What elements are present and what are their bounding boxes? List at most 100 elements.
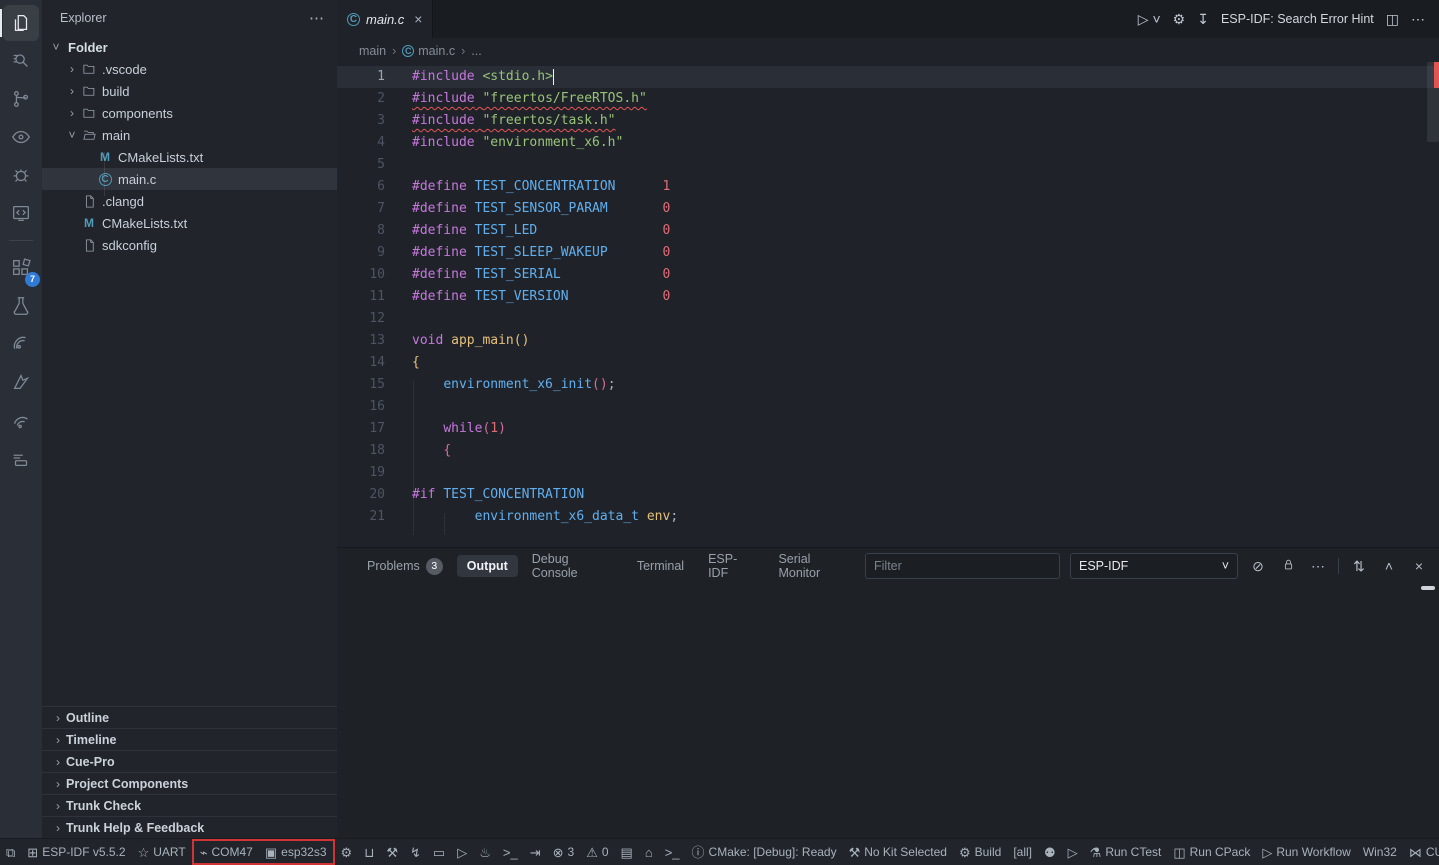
- maximize-panel-icon[interactable]: ˄: [1379, 558, 1399, 574]
- close-panel-icon[interactable]: ×: [1409, 558, 1429, 574]
- status-com-port[interactable]: ⌁COM47: [194, 841, 259, 863]
- code-line-1[interactable]: 1#include <stdio.h>: [337, 66, 1439, 88]
- tab-close-icon[interactable]: ×: [414, 11, 422, 27]
- code-line-14[interactable]: 14{: [337, 352, 1439, 374]
- code-line-9[interactable]: 9#define TEST_SLEEP_WAKEUP 0: [337, 242, 1439, 264]
- search-icon[interactable]: [3, 43, 39, 79]
- status-errors[interactable]: ⊗3: [547, 839, 581, 865]
- extensions-icon[interactable]: 7: [3, 250, 39, 286]
- source-control-icon[interactable]: [3, 81, 39, 117]
- tree-item--vscode[interactable]: ›.vscode: [42, 58, 337, 80]
- code-line-16[interactable]: 16: [337, 396, 1439, 418]
- code-line-20[interactable]: 20#if TEST_CONCENTRATION: [337, 484, 1439, 506]
- code-line-12[interactable]: 12: [337, 308, 1439, 330]
- tab-main-c[interactable]: C main.c ×: [337, 0, 433, 38]
- panel-scrollbar[interactable]: [1421, 586, 1435, 590]
- clear-output-icon[interactable]: ⊘: [1248, 558, 1268, 575]
- panel-tab-esp-idf[interactable]: ESP-IDF: [698, 548, 764, 584]
- section-timeline[interactable]: ›Timeline: [42, 728, 337, 750]
- status-cue[interactable]: ⋈CUE: [1403, 839, 1439, 865]
- section-cue-pro[interactable]: ›Cue-Pro: [42, 750, 337, 772]
- download-icon[interactable]: ↧: [1197, 11, 1209, 28]
- tree-item--clangd[interactable]: .clangd: [42, 190, 337, 212]
- panel-tab-terminal[interactable]: Terminal: [627, 555, 694, 577]
- status-run-workflow[interactable]: ▷Run Workflow: [1256, 839, 1356, 865]
- code-line-5[interactable]: 5: [337, 154, 1439, 176]
- tree-item-cmakelists-txt[interactable]: MCMakeLists.txt: [42, 212, 337, 234]
- tree-item-sdkconfig[interactable]: sdkconfig: [42, 234, 337, 256]
- code-preview-icon[interactable]: [3, 195, 39, 231]
- tree-item-main[interactable]: ˅main: [42, 124, 337, 146]
- section-outline[interactable]: ›Outline: [42, 706, 337, 728]
- output-content[interactable]: [337, 584, 1439, 838]
- code-editor[interactable]: 1#include <stdio.h>2#include "freertos/F…: [337, 66, 1439, 547]
- code-line-3[interactable]: 3#include "freertos/task.h": [337, 110, 1439, 132]
- run-icon[interactable]: ▷ ˅: [1138, 11, 1161, 28]
- tree-item-cmakelists-txt[interactable]: MCMakeLists.txt: [42, 146, 337, 168]
- wireless-icon[interactable]: [3, 402, 39, 438]
- status-uart[interactable]: ☆UART: [132, 839, 192, 865]
- wind-ide-icon[interactable]: [3, 440, 39, 476]
- status-open-folder[interactable]: ⧉: [0, 839, 21, 865]
- code-line-17[interactable]: 17 while(1): [337, 418, 1439, 440]
- explorer-icon[interactable]: [3, 5, 39, 41]
- code-line-18[interactable]: 18 {: [337, 440, 1439, 462]
- status-wrench[interactable]: ⚒: [380, 839, 404, 865]
- debug-icon[interactable]: [3, 157, 39, 193]
- breadcrumb-item[interactable]: Cmain.c: [402, 44, 455, 58]
- tree-item-build[interactable]: ›build: [42, 80, 337, 102]
- spark-icon[interactable]: [3, 364, 39, 400]
- status-debug-bug[interactable]: ⚉: [1038, 839, 1062, 865]
- status-device-board[interactable]: ▤: [615, 839, 639, 865]
- status-launch[interactable]: ▷: [1062, 839, 1084, 865]
- tree-item-folder[interactable]: ˅Folder: [42, 36, 337, 58]
- status-flash-bolt[interactable]: ↯: [404, 839, 427, 865]
- output-filter-input[interactable]: [865, 553, 1060, 579]
- more-actions-icon[interactable]: ⋯: [1308, 558, 1328, 575]
- tree-item-components[interactable]: ›components: [42, 102, 337, 124]
- output-channel-select[interactable]: ESP-IDF ˅: [1070, 553, 1238, 579]
- section-trunk-check[interactable]: ›Trunk Check: [42, 794, 337, 816]
- status-device-target[interactable]: ▣esp32s3: [259, 841, 333, 863]
- sidebar-more-icon[interactable]: ⋯: [309, 9, 325, 27]
- section-trunk-help-feedback[interactable]: ›Trunk Help & Feedback: [42, 816, 337, 838]
- breadcrumb-item[interactable]: ...: [471, 44, 481, 58]
- code-line-10[interactable]: 10#define TEST_SERIAL 0: [337, 264, 1439, 286]
- code-line-19[interactable]: 19: [337, 462, 1439, 484]
- layout-sliders-icon[interactable]: ⇅: [1349, 558, 1369, 575]
- more-actions-icon[interactable]: ⋯: [1411, 11, 1425, 28]
- status-arrow-box[interactable]: ⇥: [524, 839, 547, 865]
- panel-tab-output[interactable]: Output: [457, 555, 518, 577]
- status-run-cpack[interactable]: ◫Run CPack: [1167, 839, 1256, 865]
- status-settings-gear[interactable]: ⚙: [335, 839, 359, 865]
- tree-item-main-c[interactable]: Cmain.c: [42, 168, 337, 190]
- status-terminal2[interactable]: >_: [659, 839, 686, 865]
- status-build[interactable]: ⚙Build: [953, 839, 1007, 865]
- status-terminal[interactable]: >_: [497, 839, 524, 865]
- lock-scroll-icon[interactable]: [1278, 557, 1298, 575]
- search-error-hint[interactable]: ESP-IDF: Search Error Hint: [1221, 12, 1374, 26]
- eye-icon[interactable]: [3, 119, 39, 155]
- status-home[interactable]: ⌂: [639, 839, 659, 865]
- panel-tab-debug-console[interactable]: Debug Console: [522, 548, 623, 584]
- testing-icon[interactable]: [3, 288, 39, 324]
- status-cmake-status[interactable]: ⓘCMake: [Debug]: Ready: [686, 839, 843, 865]
- breadcrumb-item[interactable]: main: [359, 44, 386, 58]
- settings-gear-icon[interactable]: ⚙: [1173, 11, 1186, 28]
- code-line-7[interactable]: 7#define TEST_SENSOR_PARAM 0: [337, 198, 1439, 220]
- code-line-13[interactable]: 13void app_main(): [337, 330, 1439, 352]
- code-line-8[interactable]: 8#define TEST_LED 0: [337, 220, 1439, 242]
- status-build-target[interactable]: [all]: [1007, 839, 1038, 865]
- code-line-6[interactable]: 6#define TEST_CONCENTRATION 1: [337, 176, 1439, 198]
- status-flame[interactable]: ♨: [473, 839, 497, 865]
- status-platform[interactable]: Win32: [1357, 839, 1403, 865]
- section-project-components[interactable]: ›Project Components: [42, 772, 337, 794]
- panel-tab-problems[interactable]: Problems3: [357, 554, 453, 579]
- split-editor-icon[interactable]: ◫: [1386, 11, 1399, 28]
- panel-tab-serial-monitor[interactable]: Serial Monitor: [768, 548, 861, 584]
- status-warnings[interactable]: ⚠0: [580, 839, 614, 865]
- code-line-11[interactable]: 11#define TEST_VERSION 0: [337, 286, 1439, 308]
- code-line-4[interactable]: 4#include "environment_x6.h": [337, 132, 1439, 154]
- status-clean[interactable]: ⊔: [358, 839, 380, 865]
- code-line-2[interactable]: 2#include "freertos/FreeRTOS.h": [337, 88, 1439, 110]
